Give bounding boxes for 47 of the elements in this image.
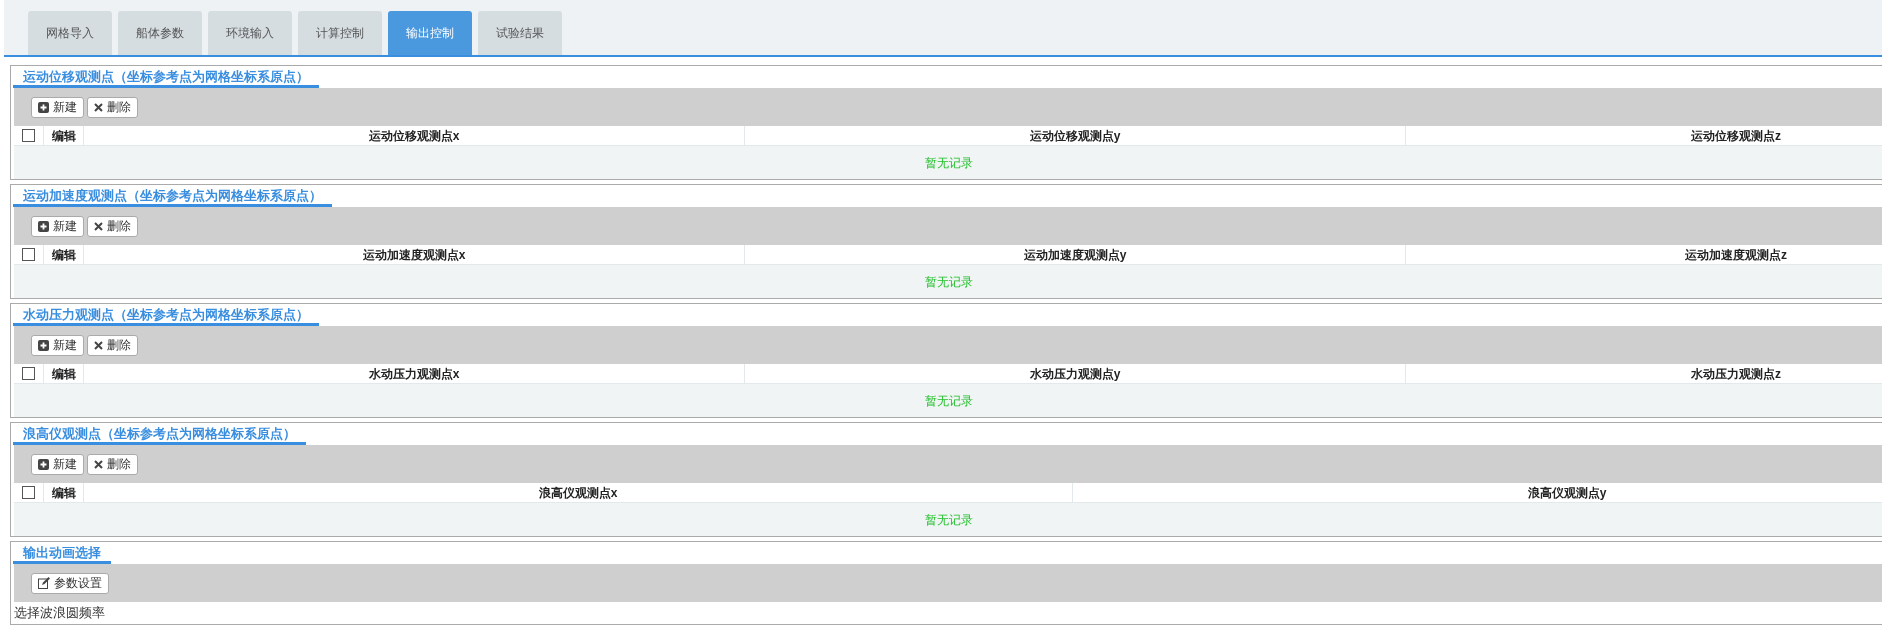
empty-message: 暂无记录 [924, 273, 973, 291]
settings-button[interactable]: 参数设置 [31, 572, 109, 594]
column-header: 运动加速度观测点y [1023, 246, 1127, 264]
checkbox[interactable] [22, 367, 35, 380]
empty-message: 暂无记录 [924, 511, 973, 529]
column-header: 水动压力观测点y [1029, 365, 1121, 383]
tab[interactable]: 船体参数 [118, 11, 202, 55]
empty-message: 暂无记录 [924, 154, 973, 172]
column-header: 浪高仪观测点x [538, 484, 618, 502]
close-icon [94, 102, 103, 112]
column-header: 编辑 [51, 127, 76, 145]
column-header: 编辑 [51, 365, 76, 383]
close-icon [94, 459, 103, 469]
delete-button[interactable]: 删除 [87, 334, 138, 356]
plus-square-icon [38, 220, 49, 232]
column-header: 运动位移观测点x [368, 127, 460, 145]
option-label: 选择波浪圆频率 [14, 604, 105, 623]
checkbox[interactable] [22, 129, 35, 142]
new-button[interactable]: 新建 [31, 215, 84, 237]
empty-message: 暂无记录 [924, 392, 973, 410]
column-header: 浪高仪观测点y [1527, 484, 1607, 502]
plus-square-icon [38, 458, 49, 470]
new-button[interactable]: 新建 [31, 453, 84, 475]
delete-button[interactable]: 删除 [87, 215, 138, 237]
tab[interactable]: 试验结果 [478, 11, 562, 55]
tab[interactable]: 环境输入 [208, 11, 292, 55]
plus-square-icon [38, 101, 49, 113]
column-header: 运动加速度观测点x [362, 246, 466, 264]
tab[interactable]: 计算控制 [298, 11, 382, 55]
new-button[interactable]: 新建 [31, 334, 84, 356]
column-header: 编辑 [51, 246, 76, 264]
close-icon [94, 340, 103, 350]
plus-square-icon [38, 339, 49, 351]
column-header: 运动位移观测点y [1029, 127, 1121, 145]
checkbox[interactable] [22, 248, 35, 261]
edit-icon [38, 577, 50, 589]
close-icon [94, 221, 103, 231]
delete-button[interactable]: 删除 [87, 96, 138, 118]
column-header: 水动压力观测点z [1691, 365, 1781, 383]
column-header: 编辑 [51, 484, 76, 502]
new-button[interactable]: 新建 [31, 96, 84, 118]
checkbox[interactable] [22, 486, 35, 499]
delete-button[interactable]: 删除 [87, 453, 138, 475]
column-header: 水动压力观测点x [368, 365, 460, 383]
column-header: 运动加速度观测点z [1685, 246, 1787, 264]
column-header: 运动位移观测点z [1691, 127, 1781, 145]
tab[interactable]: 网格导入 [28, 11, 112, 55]
